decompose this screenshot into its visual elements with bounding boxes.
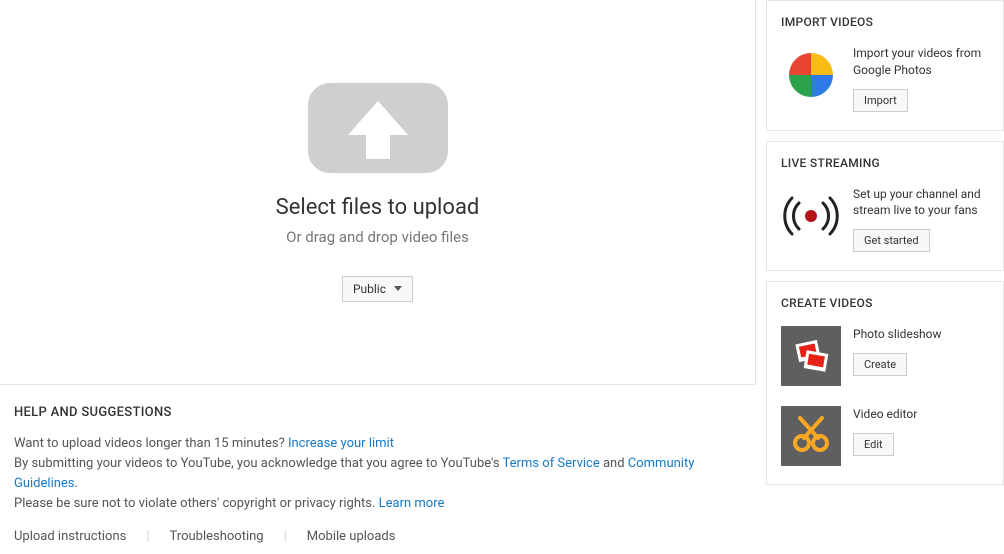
edit-button[interactable]: Edit [853, 433, 894, 456]
import-card-title: IMPORT VIDEOS [781, 15, 989, 29]
privacy-dropdown[interactable]: Public [342, 276, 413, 302]
troubleshooting-link[interactable]: Troubleshooting [170, 529, 264, 544]
privacy-label: Public [353, 282, 386, 296]
import-desc: Import your videos from Google Photos [853, 45, 989, 79]
google-photos-icon [781, 45, 841, 105]
terms-of-service-link[interactable]: Terms of Service [503, 456, 600, 471]
create-slideshow-button[interactable]: Create [853, 353, 907, 376]
import-button[interactable]: Import [853, 89, 908, 112]
upload-dropzone[interactable]: Select files to upload Or drag and drop … [0, 0, 756, 385]
help-line3-text: Please be sure not to violate others' co… [14, 496, 379, 511]
increase-limit-link[interactable]: Increase your limit [288, 436, 394, 451]
get-started-button[interactable]: Get started [853, 229, 930, 252]
upload-instructions-link[interactable]: Upload instructions [14, 529, 126, 544]
editor-label: Video editor [853, 406, 917, 423]
live-card-title: LIVE STREAMING [781, 156, 989, 170]
help-section: HELP AND SUGGESTIONS Want to upload vide… [0, 385, 756, 554]
live-desc: Set up your channel and stream live to y… [853, 186, 989, 220]
live-streaming-card: LIVE STREAMING Set up your channel and s… [766, 141, 1004, 272]
upload-title: Select files to upload [276, 195, 480, 220]
slideshow-label: Photo slideshow [853, 326, 941, 343]
help-line1-text: Want to upload videos longer than 15 min… [14, 436, 288, 451]
learn-more-link[interactable]: Learn more [379, 496, 445, 511]
upload-subtitle: Or drag and drop video files [286, 228, 469, 246]
create-card-title: CREATE VIDEOS [781, 296, 989, 310]
live-broadcast-icon [781, 186, 841, 246]
mobile-uploads-link[interactable]: Mobile uploads [307, 529, 396, 544]
import-videos-card: IMPORT VIDEOS Import your videos from Go… [766, 0, 1004, 131]
upload-arrow-icon [308, 83, 448, 173]
help-line2-text: By submitting your videos to YouTube, yo… [14, 456, 503, 471]
help-title: HELP AND SUGGESTIONS [14, 405, 742, 420]
photo-slideshow-icon [781, 326, 841, 386]
chevron-down-icon [394, 286, 402, 291]
video-editor-icon [781, 406, 841, 466]
create-videos-card: CREATE VIDEOS Photo slideshow Create [766, 281, 1004, 485]
